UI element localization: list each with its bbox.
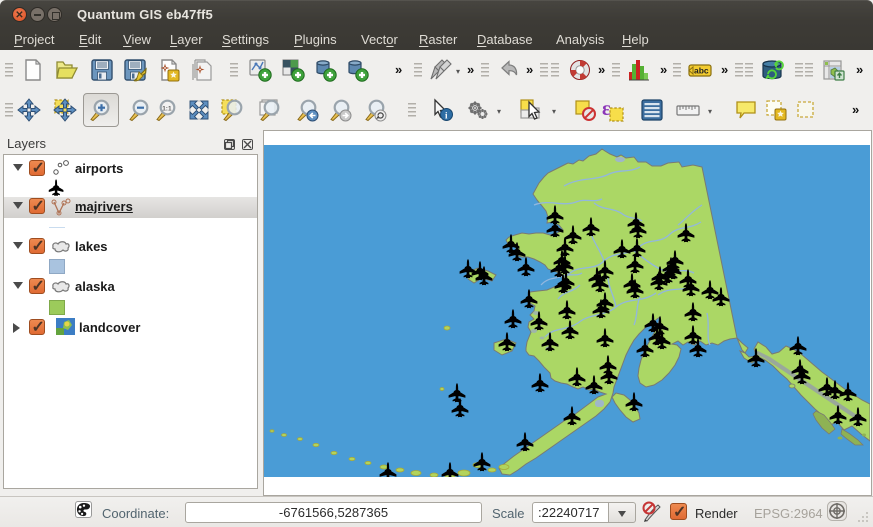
svg-text:1:1: 1:1 [162, 106, 172, 113]
svg-text:ε: ε [602, 98, 611, 120]
svg-text:abc: abc [694, 66, 709, 76]
